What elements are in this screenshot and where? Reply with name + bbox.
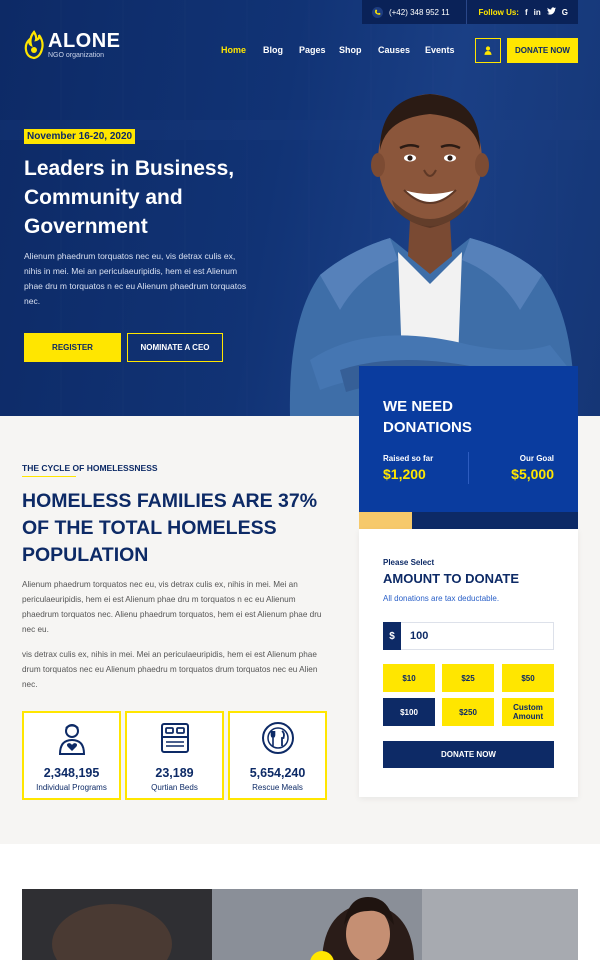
amount-title: AMOUNT TO DONATE	[383, 571, 520, 586]
amount-option-25[interactable]: $25	[442, 664, 494, 692]
event-date: November 16-20, 2020	[24, 129, 136, 144]
progress-fill	[359, 512, 412, 529]
stat-card-beds: 23,189 Qurtian Beds	[125, 711, 224, 800]
nav-blog[interactable]: Blog	[263, 45, 299, 55]
donation-title: WE NEED DONATIONS	[383, 398, 472, 436]
stat-card-meals: 5,654,240 Rescue Meals	[228, 711, 327, 800]
top-bar: (+42) 348 952 11 Follow Us: f in G	[361, 0, 578, 24]
donation-form: Please Select AMOUNT TO DONATE All donat…	[359, 529, 578, 797]
logo-flame-icon	[24, 30, 44, 60]
logo-tagline: NGO organization	[48, 52, 105, 59]
facebook-icon[interactable]: f	[525, 8, 528, 17]
follow-label: Follow Us:	[478, 7, 519, 17]
amount-option-100[interactable]: $100	[383, 698, 435, 726]
donation-progress-bar	[359, 512, 578, 529]
amount-option-custom[interactable]: Custom Amount	[502, 698, 554, 726]
currency-symbol: $	[383, 622, 401, 650]
amount-option-10[interactable]: $10	[383, 664, 435, 692]
nav-causes[interactable]: Causes	[378, 45, 425, 55]
linkedin-icon[interactable]: in	[534, 8, 541, 17]
hero-description: Alienum phaedrum torquatos nec eu, vis d…	[24, 251, 247, 306]
summary-divider	[468, 452, 469, 484]
nominate-ceo-button[interactable]: NOMINATE A CEO	[127, 333, 223, 362]
raised-value: $1,200	[383, 466, 426, 482]
nav-home[interactable]: Home	[221, 45, 263, 55]
next-section-image	[22, 889, 578, 960]
bed-icon	[160, 723, 189, 753]
hero-title: Leaders in Business, Community and Gover…	[24, 157, 235, 238]
nav-pages[interactable]: Pages	[299, 45, 339, 55]
section-kicker: THE CYCLE OF HOMELESSNESS	[22, 463, 158, 473]
section-paragraph-1: Alienum phaedrum torquatos nec eu, vis d…	[22, 580, 322, 634]
stat-label: Qurtian Beds	[151, 783, 198, 792]
user-icon	[484, 46, 492, 55]
amount-option-250[interactable]: $250	[442, 698, 494, 726]
donation-summary: WE NEED DONATIONS Raised so far $1,200 O…	[359, 366, 578, 512]
section-paragraph-2: vis detrax culis ex, nihis in mei. Mei a…	[22, 650, 318, 689]
kicker-underline	[22, 476, 76, 477]
logo-name: ALONE	[48, 30, 121, 52]
social-links: Follow Us: f in G	[467, 7, 568, 17]
stat-number: 2,348,195	[43, 766, 100, 780]
stat-label: Individual Programs	[36, 783, 107, 792]
amount-value[interactable]: 100	[401, 630, 428, 642]
phone-icon	[371, 6, 383, 18]
stat-label: Rescue Meals	[252, 783, 303, 792]
main-nav: Home Blog Pages Shop Causes Events	[221, 45, 465, 55]
nav-shop[interactable]: Shop	[339, 45, 378, 55]
amount-input[interactable]: $ 100	[383, 622, 554, 650]
tax-note: All donations are tax deductable.	[383, 594, 500, 603]
hero-section: (+42) 348 952 11 Follow Us: f in G ALONE…	[0, 0, 600, 416]
volunteer-icon	[58, 724, 85, 755]
twitter-icon[interactable]	[546, 7, 556, 17]
stat-number: 23,189	[155, 766, 194, 780]
donate-now-button[interactable]: DONATE NOW	[383, 741, 554, 768]
section-title: HOMELESS FAMILIES ARE 37% OF THE TOTAL H…	[22, 490, 318, 566]
site-logo[interactable]: ALONE NGO organization	[24, 30, 121, 60]
donate-now-header-button[interactable]: DONATE NOW	[507, 38, 578, 63]
raised-label: Raised so far	[383, 454, 434, 463]
stat-card-programs: 2,348,195 Individual Programs	[22, 711, 121, 800]
phone-contact[interactable]: (+42) 348 952 11	[371, 0, 467, 24]
amount-option-50[interactable]: $50	[502, 664, 554, 692]
select-label: Please Select	[383, 558, 435, 567]
user-account-button[interactable]	[475, 38, 501, 63]
stat-number: 5,654,240	[249, 766, 306, 780]
meal-icon	[261, 722, 294, 754]
goal-label: Our Goal	[519, 454, 554, 463]
goal-value: $5,000	[511, 466, 554, 482]
nav-events[interactable]: Events	[425, 45, 465, 55]
hero-person-image	[289, 94, 575, 416]
register-button[interactable]: REGISTER	[24, 333, 121, 362]
phone-number: (+42) 348 952 11	[388, 7, 450, 17]
google-icon[interactable]: G	[562, 8, 568, 17]
